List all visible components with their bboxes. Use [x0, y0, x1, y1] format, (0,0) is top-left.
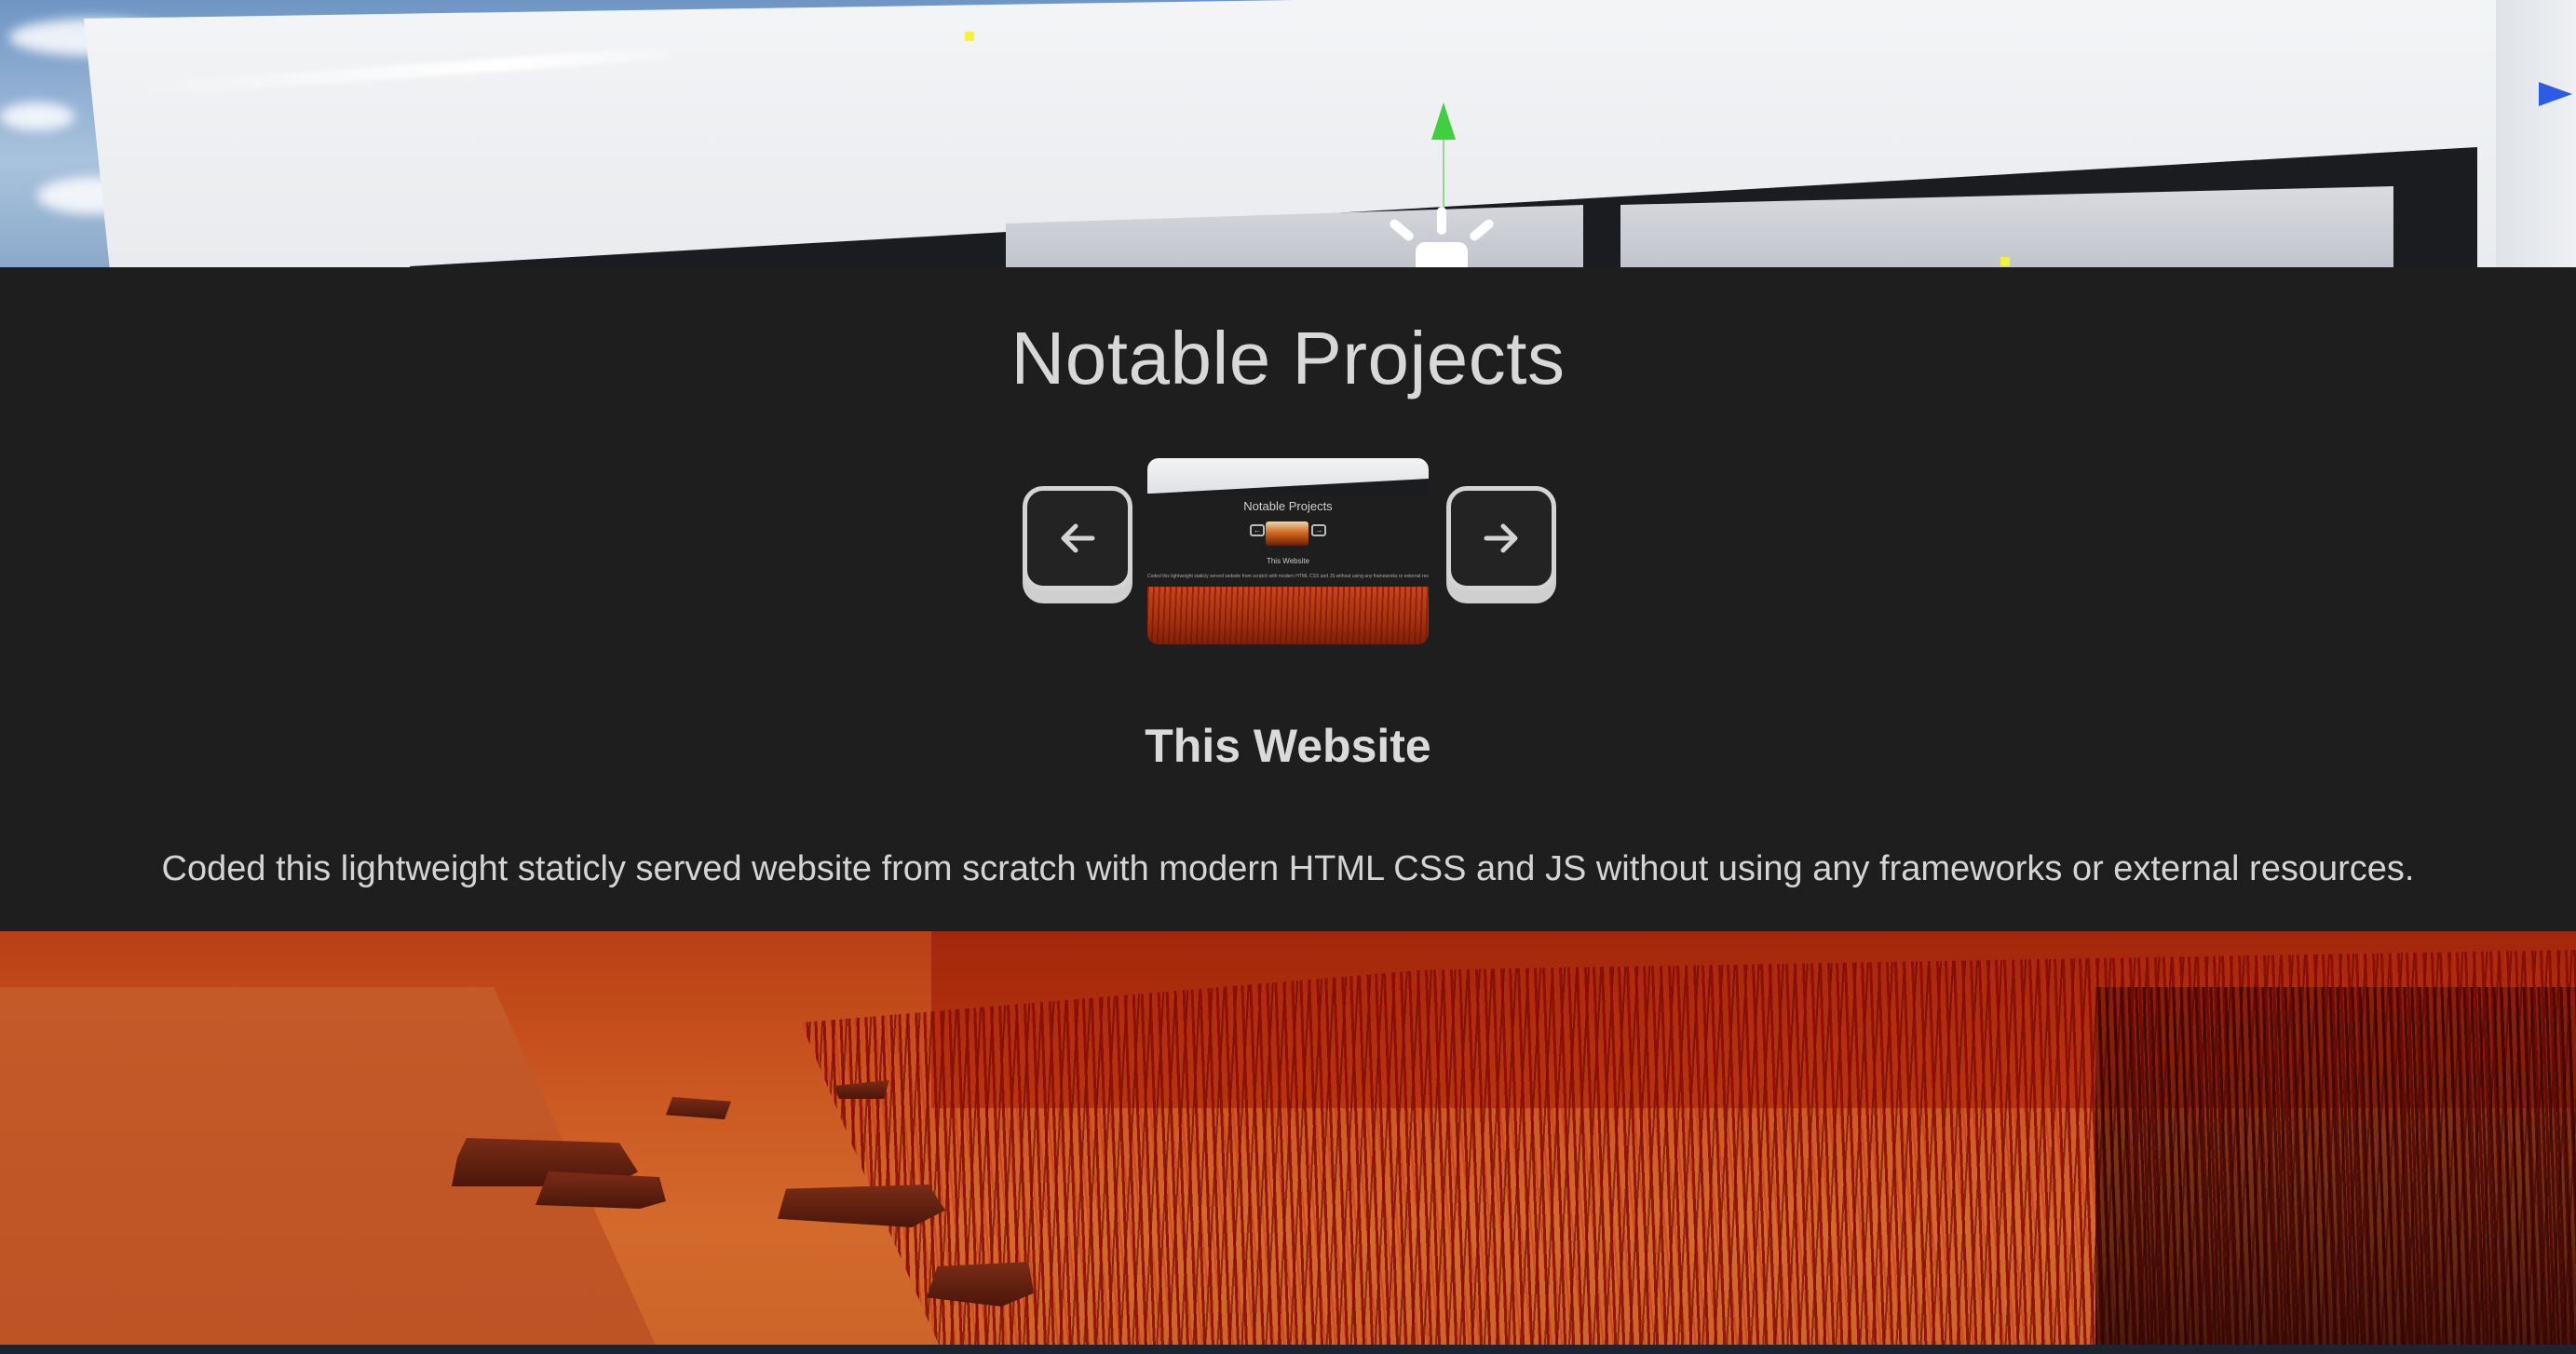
rock	[666, 1097, 731, 1119]
page: Notable Projects Notable Projects ← → Th…	[0, 0, 2576, 1354]
project-name: This Website	[1145, 720, 1431, 772]
grass-shadow	[2095, 987, 2576, 1354]
arrow-left-icon	[1061, 523, 1095, 553]
gizmo-y-axis-arrow-icon	[1431, 102, 1456, 140]
background-scene-bottom	[0, 931, 2576, 1354]
thumbnail-terrain	[1147, 587, 1429, 644]
thumbnail-subtitle: This Website	[1266, 557, 1310, 565]
rock	[536, 1171, 666, 1209]
section-title: Notable Projects	[1010, 317, 1566, 399]
vertex-marker	[2000, 257, 2010, 266]
light-source-icon	[1376, 203, 1507, 267]
project-carousel: Notable Projects ← → This Website Coded …	[0, 458, 2576, 644]
gizmo-z-axis-arrow-icon	[2539, 82, 2572, 106]
previous-project-button[interactable]	[1023, 486, 1132, 590]
building-pillar	[2496, 0, 2576, 267]
thumbnail-image	[1266, 521, 1308, 546]
thumbnail-scene-top	[1147, 458, 1429, 494]
vertex-marker	[965, 32, 974, 41]
arrow-right-icon	[1484, 523, 1518, 553]
project-thumbnail[interactable]: Notable Projects ← → This Website Coded …	[1147, 458, 1429, 644]
rock	[778, 1185, 945, 1227]
next-project-button[interactable]	[1446, 486, 1556, 590]
thumbnail-description: Coded this lightweight staticly served w…	[1147, 574, 1429, 579]
projects-section: Notable Projects Notable Projects ← → Th…	[0, 267, 2576, 931]
thumbnail-prev-icon: ←	[1250, 524, 1265, 536]
thumbnail-title: Notable Projects	[1243, 499, 1333, 513]
background-scene-top	[0, 0, 2576, 267]
bottom-bar	[0, 1345, 2576, 1354]
thumbnail-next-icon: →	[1311, 524, 1326, 536]
project-description: Coded this lightweight staticly served w…	[161, 849, 2415, 888]
